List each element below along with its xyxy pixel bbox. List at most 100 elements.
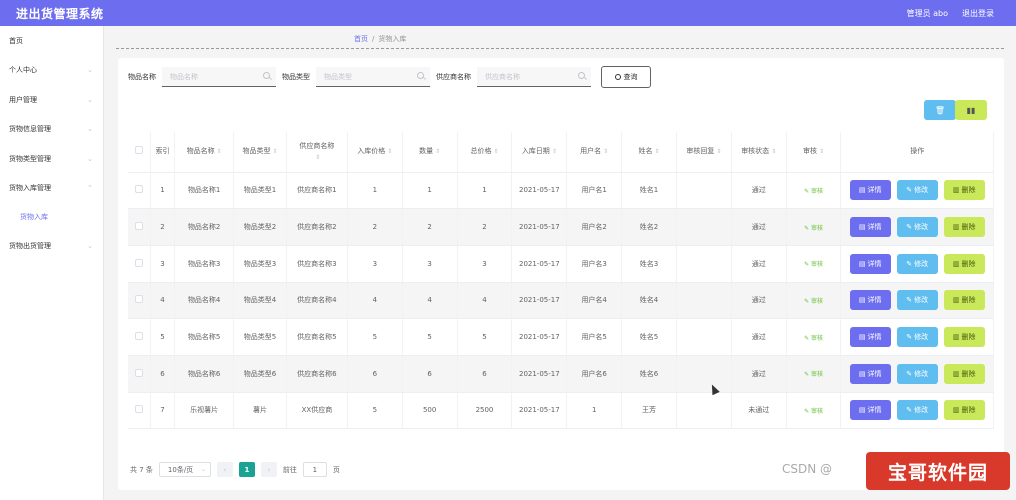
- audit-cell[interactable]: ✎ 审核: [786, 355, 842, 393]
- sort-icon[interactable]: ⇕: [552, 148, 557, 155]
- sort-icon[interactable]: ⇕: [655, 148, 660, 155]
- row-select-cell[interactable]: [128, 172, 151, 210]
- row-select-cell[interactable]: [128, 282, 151, 320]
- sort-icon[interactable]: ⇕: [217, 148, 222, 155]
- row-select-cell[interactable]: [128, 392, 151, 430]
- audit-cell[interactable]: ✎ 审核: [786, 172, 842, 210]
- table-cell: 用户名2: [566, 208, 623, 246]
- detail-button[interactable]: ▤ 详情: [849, 180, 891, 201]
- select-all-cell[interactable]: [128, 132, 151, 173]
- breadcrumb-home[interactable]: 首页: [354, 35, 368, 43]
- sort-icon[interactable]: ⇕: [716, 148, 721, 155]
- table-cell: 5: [347, 392, 403, 430]
- sidebar-item-users[interactable]: 用户管理 ⌄: [0, 85, 103, 115]
- column-header[interactable]: 物品名称 ⇕: [174, 132, 235, 173]
- sidebar-item-home[interactable]: 首页: [0, 26, 103, 56]
- audit-link[interactable]: ✎ 审核: [804, 261, 823, 268]
- page-size-select[interactable]: 10条/页 ⌄: [158, 462, 211, 477]
- audit-cell[interactable]: ✎ 审核: [786, 208, 842, 246]
- batch-delete-button[interactable]: 🗑: [924, 100, 956, 120]
- edit-button[interactable]: ✎ 修改: [896, 180, 938, 201]
- sort-icon[interactable]: ⇕: [603, 148, 608, 155]
- sidebar-item-goods-type[interactable]: 货物类型管理 ⌄: [0, 144, 103, 174]
- sort-icon[interactable]: ⇕: [493, 148, 498, 155]
- column-header[interactable]: 用户名 ⇕: [566, 132, 623, 173]
- audit-cell[interactable]: ✎ 审核: [786, 245, 842, 283]
- audit-link[interactable]: ✎ 审核: [804, 298, 823, 305]
- row-checkbox[interactable]: [134, 258, 143, 267]
- sort-icon[interactable]: ⇕: [315, 154, 320, 161]
- row-select-cell[interactable]: [128, 208, 151, 246]
- sort-icon[interactable]: ⇕: [387, 148, 392, 155]
- row-checkbox[interactable]: [134, 295, 143, 304]
- column-header[interactable]: 审核 ⇕: [786, 132, 842, 173]
- edit-button[interactable]: ✎ 修改: [896, 217, 938, 238]
- next-page-button[interactable]: ›: [260, 462, 277, 477]
- sidebar-subitem-stock-in[interactable]: 货物入库: [0, 203, 103, 231]
- sort-icon[interactable]: ⇕: [771, 148, 776, 155]
- row-select-cell[interactable]: [128, 318, 151, 356]
- supplier-filter-input[interactable]: 供应商名称: [477, 67, 591, 87]
- sort-icon[interactable]: ⇕: [273, 148, 278, 155]
- sort-icon[interactable]: ⇕: [435, 148, 440, 155]
- row-checkbox[interactable]: [134, 405, 143, 414]
- row-checkbox[interactable]: [134, 368, 143, 377]
- row-checkbox[interactable]: [134, 222, 143, 231]
- edit-button[interactable]: ✎ 修改: [896, 290, 938, 311]
- prev-page-button[interactable]: ‹: [216, 462, 233, 477]
- delete-button[interactable]: ▥ 删除: [943, 400, 985, 421]
- audit-link[interactable]: ✎ 审核: [804, 335, 823, 342]
- detail-button[interactable]: ▤ 详情: [849, 327, 891, 348]
- detail-button[interactable]: ▤ 详情: [849, 400, 891, 421]
- select-all-checkbox[interactable]: [134, 145, 143, 154]
- column-header[interactable]: 数量 ⇕: [402, 132, 458, 173]
- edit-button[interactable]: ✎ 修改: [896, 253, 938, 274]
- audit-link[interactable]: ✎ 审核: [804, 371, 823, 378]
- chart-button[interactable]: ▮▮: [955, 100, 987, 120]
- delete-button[interactable]: ▥ 删除: [943, 253, 985, 274]
- row-select-cell[interactable]: [128, 245, 151, 283]
- name-filter-input[interactable]: 物品名称: [162, 67, 276, 87]
- audit-cell[interactable]: ✎ 审核: [786, 282, 842, 320]
- column-header[interactable]: 供应商名称 ⇕: [286, 132, 348, 173]
- column-header[interactable]: 审核回复 ⇕: [676, 132, 732, 173]
- audit-link[interactable]: ✎ 审核: [804, 408, 823, 415]
- delete-button[interactable]: ▥ 删除: [943, 290, 985, 311]
- detail-button[interactable]: ▤ 详情: [849, 217, 891, 238]
- sidebar-item-stock-in-mgmt[interactable]: 货物入库管理 ⌃: [0, 174, 103, 204]
- audit-cell[interactable]: ✎ 审核: [786, 392, 842, 430]
- sidebar-item-profile[interactable]: 个人中心 ⌄: [0, 56, 103, 86]
- row-select-cell[interactable]: [128, 355, 151, 393]
- edit-button[interactable]: ✎ 修改: [896, 363, 938, 384]
- column-header[interactable]: 入库日期 ⇕: [511, 132, 568, 173]
- row-checkbox[interactable]: [134, 332, 143, 341]
- type-filter-input[interactable]: 物品类型: [316, 67, 430, 87]
- row-checkbox[interactable]: [134, 185, 143, 194]
- column-header[interactable]: 总价格 ⇕: [457, 132, 513, 173]
- delete-button[interactable]: ▥ 删除: [943, 217, 985, 238]
- edit-button[interactable]: ✎ 修改: [896, 400, 938, 421]
- audit-cell[interactable]: ✎ 审核: [786, 318, 842, 356]
- column-header[interactable]: 姓名 ⇕: [621, 132, 677, 173]
- audit-link[interactable]: ✎ 审核: [804, 188, 823, 195]
- page-number-current[interactable]: 1: [238, 462, 255, 477]
- delete-button[interactable]: ▥ 删除: [943, 327, 985, 348]
- column-header[interactable]: 入库价格 ⇕: [347, 132, 403, 173]
- sidebar-item-stock-out-mgmt[interactable]: 货物出货管理 ⌄: [0, 231, 103, 261]
- delete-button[interactable]: ▥ 删除: [943, 180, 985, 201]
- detail-button[interactable]: ▤ 详情: [849, 253, 891, 274]
- audit-link[interactable]: ✎ 审核: [804, 225, 823, 232]
- current-user[interactable]: 管理员 abo: [907, 8, 948, 19]
- delete-button[interactable]: ▥ 删除: [943, 363, 985, 384]
- goto-page-input[interactable]: 1: [302, 462, 327, 477]
- sidebar-item-goods-info[interactable]: 货物信息管理 ⌄: [0, 115, 103, 145]
- detail-button[interactable]: ▤ 详情: [849, 290, 891, 311]
- table-cell: 4: [402, 282, 458, 320]
- logout-link[interactable]: 退出登录: [962, 8, 994, 19]
- detail-button[interactable]: ▤ 详情: [849, 363, 891, 384]
- search-button[interactable]: 查询: [601, 66, 651, 88]
- sort-icon[interactable]: ⇕: [819, 148, 824, 155]
- column-header[interactable]: 物品类型 ⇕: [233, 132, 287, 173]
- column-header[interactable]: 审核状态 ⇕: [731, 132, 787, 173]
- edit-button[interactable]: ✎ 修改: [896, 327, 938, 348]
